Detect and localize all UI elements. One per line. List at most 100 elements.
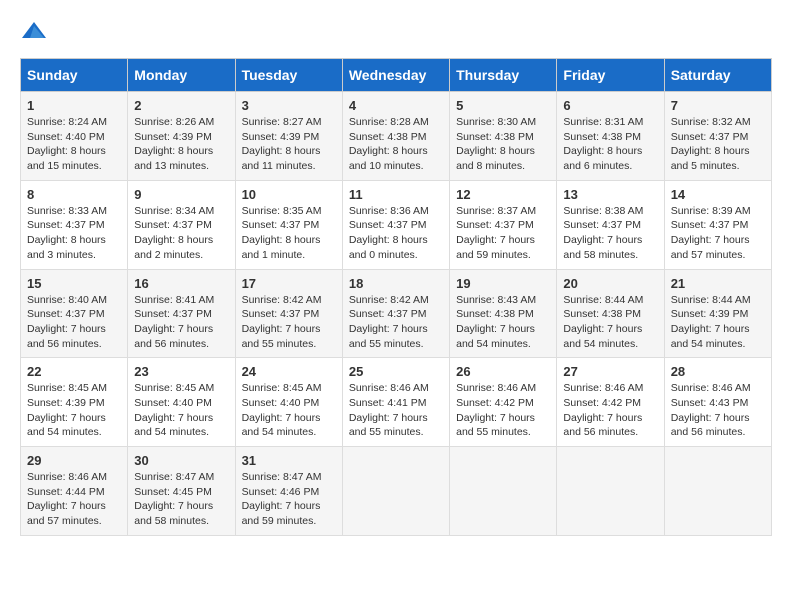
calendar-week-row: 1 Sunrise: 8:24 AM Sunset: 4:40 PM Dayli…: [21, 92, 772, 181]
sunrise-label: Sunrise: 8:45 AM: [242, 382, 322, 394]
day-number: 4: [349, 98, 443, 113]
day-info: Sunrise: 8:43 AM Sunset: 4:38 PM Dayligh…: [456, 293, 550, 352]
sunset-label: Sunset: 4:38 PM: [349, 131, 427, 143]
sunrise-label: Sunrise: 8:31 AM: [563, 116, 643, 128]
day-number: 25: [349, 364, 443, 379]
calendar-cell: 24 Sunrise: 8:45 AM Sunset: 4:40 PM Dayl…: [235, 358, 342, 447]
daylight-label: Daylight: 7 hours and 54 minutes.: [27, 412, 106, 439]
sunrise-label: Sunrise: 8:46 AM: [563, 382, 643, 394]
day-info: Sunrise: 8:46 AM Sunset: 4:41 PM Dayligh…: [349, 381, 443, 440]
sunset-label: Sunset: 4:42 PM: [563, 397, 641, 409]
day-number: 24: [242, 364, 336, 379]
day-number: 29: [27, 453, 121, 468]
sunset-label: Sunset: 4:37 PM: [242, 219, 320, 231]
sunrise-label: Sunrise: 8:36 AM: [349, 205, 429, 217]
day-number: 9: [134, 187, 228, 202]
sunset-label: Sunset: 4:38 PM: [456, 308, 534, 320]
calendar-cell: 11 Sunrise: 8:36 AM Sunset: 4:37 PM Dayl…: [342, 180, 449, 269]
day-info: Sunrise: 8:46 AM Sunset: 4:43 PM Dayligh…: [671, 381, 765, 440]
sunrise-label: Sunrise: 8:47 AM: [242, 471, 322, 483]
day-number: 5: [456, 98, 550, 113]
calendar-cell: 27 Sunrise: 8:46 AM Sunset: 4:42 PM Dayl…: [557, 358, 664, 447]
calendar-cell: [557, 447, 664, 536]
day-number: 16: [134, 276, 228, 291]
sunrise-label: Sunrise: 8:44 AM: [563, 294, 643, 306]
sunset-label: Sunset: 4:40 PM: [27, 131, 105, 143]
daylight-label: Daylight: 8 hours and 5 minutes.: [671, 145, 750, 172]
sunset-label: Sunset: 4:38 PM: [563, 308, 641, 320]
sunrise-label: Sunrise: 8:34 AM: [134, 205, 214, 217]
daylight-label: Daylight: 7 hours and 55 minutes.: [349, 323, 428, 350]
calendar-cell: 4 Sunrise: 8:28 AM Sunset: 4:38 PM Dayli…: [342, 92, 449, 181]
sunrise-label: Sunrise: 8:46 AM: [456, 382, 536, 394]
sunset-label: Sunset: 4:45 PM: [134, 486, 212, 498]
day-info: Sunrise: 8:47 AM Sunset: 4:46 PM Dayligh…: [242, 470, 336, 529]
day-number: 22: [27, 364, 121, 379]
day-info: Sunrise: 8:36 AM Sunset: 4:37 PM Dayligh…: [349, 204, 443, 263]
calendar-cell: 18 Sunrise: 8:42 AM Sunset: 4:37 PM Dayl…: [342, 269, 449, 358]
daylight-label: Daylight: 7 hours and 54 minutes.: [134, 412, 213, 439]
calendar-cell: 9 Sunrise: 8:34 AM Sunset: 4:37 PM Dayli…: [128, 180, 235, 269]
day-info: Sunrise: 8:45 AM Sunset: 4:39 PM Dayligh…: [27, 381, 121, 440]
sunrise-label: Sunrise: 8:33 AM: [27, 205, 107, 217]
day-number: 31: [242, 453, 336, 468]
sunrise-label: Sunrise: 8:24 AM: [27, 116, 107, 128]
day-header-tuesday: Tuesday: [235, 59, 342, 92]
daylight-label: Daylight: 8 hours and 10 minutes.: [349, 145, 428, 172]
daylight-label: Daylight: 7 hours and 57 minutes.: [27, 500, 106, 527]
day-number: 7: [671, 98, 765, 113]
calendar-week-row: 15 Sunrise: 8:40 AM Sunset: 4:37 PM Dayl…: [21, 269, 772, 358]
day-header-thursday: Thursday: [450, 59, 557, 92]
day-number: 18: [349, 276, 443, 291]
daylight-label: Daylight: 7 hours and 54 minutes.: [671, 323, 750, 350]
sunrise-label: Sunrise: 8:26 AM: [134, 116, 214, 128]
day-number: 15: [27, 276, 121, 291]
sunrise-label: Sunrise: 8:42 AM: [242, 294, 322, 306]
daylight-label: Daylight: 7 hours and 56 minutes.: [563, 412, 642, 439]
daylight-label: Daylight: 7 hours and 56 minutes.: [671, 412, 750, 439]
daylight-label: Daylight: 7 hours and 54 minutes.: [242, 412, 321, 439]
daylight-label: Daylight: 7 hours and 57 minutes.: [671, 234, 750, 261]
day-number: 10: [242, 187, 336, 202]
calendar-cell: 8 Sunrise: 8:33 AM Sunset: 4:37 PM Dayli…: [21, 180, 128, 269]
sunset-label: Sunset: 4:40 PM: [242, 397, 320, 409]
day-number: 1: [27, 98, 121, 113]
day-info: Sunrise: 8:46 AM Sunset: 4:44 PM Dayligh…: [27, 470, 121, 529]
sunrise-label: Sunrise: 8:45 AM: [134, 382, 214, 394]
sunrise-label: Sunrise: 8:44 AM: [671, 294, 751, 306]
sunset-label: Sunset: 4:37 PM: [671, 131, 749, 143]
day-number: 17: [242, 276, 336, 291]
day-info: Sunrise: 8:33 AM Sunset: 4:37 PM Dayligh…: [27, 204, 121, 263]
calendar-week-row: 22 Sunrise: 8:45 AM Sunset: 4:39 PM Dayl…: [21, 358, 772, 447]
day-number: 6: [563, 98, 657, 113]
sunset-label: Sunset: 4:39 PM: [242, 131, 320, 143]
calendar-cell: 14 Sunrise: 8:39 AM Sunset: 4:37 PM Dayl…: [664, 180, 771, 269]
day-info: Sunrise: 8:26 AM Sunset: 4:39 PM Dayligh…: [134, 115, 228, 174]
day-info: Sunrise: 8:27 AM Sunset: 4:39 PM Dayligh…: [242, 115, 336, 174]
calendar-cell: 13 Sunrise: 8:38 AM Sunset: 4:37 PM Dayl…: [557, 180, 664, 269]
daylight-label: Daylight: 7 hours and 56 minutes.: [27, 323, 106, 350]
sunset-label: Sunset: 4:37 PM: [349, 219, 427, 231]
day-number: 30: [134, 453, 228, 468]
sunset-label: Sunset: 4:44 PM: [27, 486, 105, 498]
sunset-label: Sunset: 4:37 PM: [456, 219, 534, 231]
day-info: Sunrise: 8:34 AM Sunset: 4:37 PM Dayligh…: [134, 204, 228, 263]
calendar-cell: 17 Sunrise: 8:42 AM Sunset: 4:37 PM Dayl…: [235, 269, 342, 358]
sunset-label: Sunset: 4:38 PM: [456, 131, 534, 143]
daylight-label: Daylight: 8 hours and 15 minutes.: [27, 145, 106, 172]
sunrise-label: Sunrise: 8:47 AM: [134, 471, 214, 483]
calendar-cell: [664, 447, 771, 536]
calendar-cell: 2 Sunrise: 8:26 AM Sunset: 4:39 PM Dayli…: [128, 92, 235, 181]
sunrise-label: Sunrise: 8:39 AM: [671, 205, 751, 217]
sunrise-label: Sunrise: 8:45 AM: [27, 382, 107, 394]
calendar-week-row: 29 Sunrise: 8:46 AM Sunset: 4:44 PM Dayl…: [21, 447, 772, 536]
calendar-cell: 25 Sunrise: 8:46 AM Sunset: 4:41 PM Dayl…: [342, 358, 449, 447]
calendar-cell: 16 Sunrise: 8:41 AM Sunset: 4:37 PM Dayl…: [128, 269, 235, 358]
sunset-label: Sunset: 4:37 PM: [134, 219, 212, 231]
daylight-label: Daylight: 7 hours and 55 minutes.: [456, 412, 535, 439]
day-number: 14: [671, 187, 765, 202]
day-info: Sunrise: 8:28 AM Sunset: 4:38 PM Dayligh…: [349, 115, 443, 174]
calendar-cell: 26 Sunrise: 8:46 AM Sunset: 4:42 PM Dayl…: [450, 358, 557, 447]
day-info: Sunrise: 8:47 AM Sunset: 4:45 PM Dayligh…: [134, 470, 228, 529]
day-info: Sunrise: 8:37 AM Sunset: 4:37 PM Dayligh…: [456, 204, 550, 263]
